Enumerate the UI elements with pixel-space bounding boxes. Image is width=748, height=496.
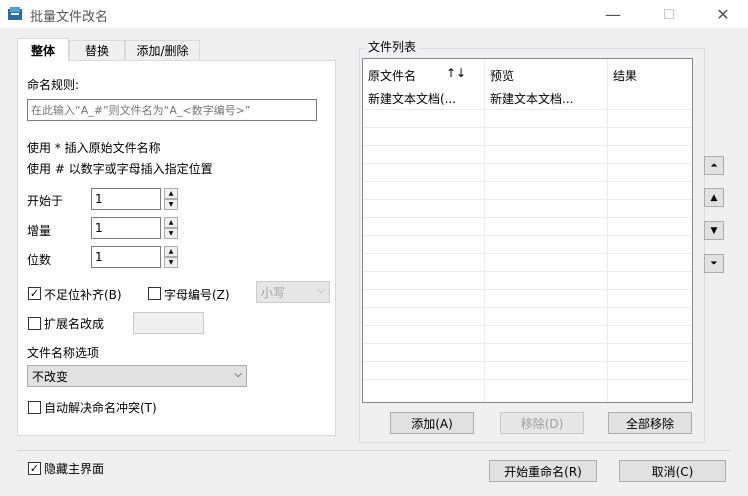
naming-rule-input[interactable] (27, 99, 317, 121)
ext-checkbox[interactable] (28, 317, 41, 330)
ext-input[interactable] (133, 312, 204, 334)
app-icon (8, 7, 22, 20)
hint-asterisk: 使用 * 插入原始文件名称 (27, 141, 161, 155)
file-list-table[interactable]: 原文件名 ↑↓ 预览 结果 新建文本文档(... 新建文本文档... (362, 58, 693, 403)
maximize-icon[interactable] (646, 0, 692, 28)
move-top-icon[interactable]: ⏶ (704, 156, 724, 175)
sort-icon[interactable]: ↑↓ (446, 66, 466, 80)
digits-stepper[interactable]: ▲ ▼ (164, 246, 178, 268)
header-result[interactable]: 结果 (613, 67, 637, 84)
row-preview[interactable]: 新建文本文档... (490, 90, 602, 107)
alpha-label: 字母编号(Z) (164, 288, 230, 302)
tab-overall[interactable]: 整体 (17, 38, 69, 62)
tab-add-delete[interactable]: 添加/删除 (125, 40, 200, 60)
chevron-up-icon[interactable]: ▲ (164, 188, 178, 199)
file-list-title: 文件列表 (366, 38, 419, 55)
header-original[interactable]: 原文件名 (368, 67, 416, 84)
chevron-down-icon: ⌵ (317, 285, 325, 296)
row-original[interactable]: 新建文本文档(... (368, 90, 480, 107)
close-icon[interactable]: ✕ (700, 0, 746, 28)
start-label: 开始于 (27, 194, 64, 208)
pad-label: 不足位补齐(B) (44, 288, 122, 302)
step-input[interactable]: 1 (91, 217, 161, 239)
alpha-checkbox[interactable] (148, 287, 161, 300)
chevron-up-icon[interactable]: ▲ (164, 246, 178, 257)
remove-all-button[interactable]: 全部移除 (608, 412, 692, 434)
header-preview[interactable]: 预览 (490, 67, 514, 84)
chevron-down-icon[interactable]: ▼ (164, 228, 178, 239)
hide-main-label: 隐藏主界面 (44, 462, 105, 476)
chevron-down-icon[interactable]: ▼ (164, 257, 178, 268)
batch-rename-window: 批量文件改名 — ✕ 整体 替换 添加/删除 命名规则: 使用 * 插入原始文件… (0, 0, 748, 496)
title-bar: 批量文件改名 — ✕ (0, 0, 748, 28)
step-label: 增量 (27, 224, 52, 238)
digits-input[interactable]: 1 (91, 246, 161, 268)
minimize-icon[interactable]: — (590, 0, 636, 28)
filename-options-select[interactable]: 不改变 ⌵ (27, 365, 247, 387)
column-divider (607, 59, 608, 402)
start-stepper[interactable]: ▲ ▼ (164, 188, 178, 210)
hide-main-checkbox[interactable]: ✓ (28, 462, 41, 475)
move-bottom-icon[interactable]: ⏷ (704, 254, 724, 273)
start-rename-button[interactable]: 开始重命名(R) (489, 460, 597, 482)
move-up-icon[interactable]: ▲ (704, 188, 724, 207)
case-select[interactable]: 小写 ⌵ (256, 281, 330, 303)
remove-button[interactable]: 移除(D) (500, 412, 584, 434)
move-down-icon[interactable]: ▼ (704, 221, 724, 240)
pad-checkbox[interactable]: ✓ (28, 287, 41, 300)
add-button[interactable]: 添加(A) (390, 412, 474, 434)
tab-replace[interactable]: 替换 (69, 40, 125, 60)
window-title: 批量文件改名 (30, 10, 109, 25)
filename-options-label: 文件名称选项 (27, 346, 100, 360)
digits-label: 位数 (27, 253, 52, 267)
ext-label: 扩展名改成 (44, 317, 105, 331)
chevron-up-icon[interactable]: ▲ (164, 217, 178, 228)
naming-rule-label: 命名规则: (27, 78, 80, 92)
start-input[interactable]: 1 (91, 188, 161, 210)
column-divider (484, 59, 485, 402)
chevron-down-icon[interactable]: ▼ (164, 199, 178, 210)
hint-hash: 使用 # 以数字或字母插入指定位置 (27, 162, 213, 176)
cancel-button[interactable]: 取消(C) (619, 460, 726, 482)
footer-divider (17, 450, 731, 451)
conflict-checkbox[interactable] (28, 401, 41, 414)
conflict-label: 自动解决命名冲突(T) (44, 401, 157, 415)
chevron-down-icon: ⌵ (234, 369, 242, 380)
step-stepper[interactable]: ▲ ▼ (164, 217, 178, 239)
